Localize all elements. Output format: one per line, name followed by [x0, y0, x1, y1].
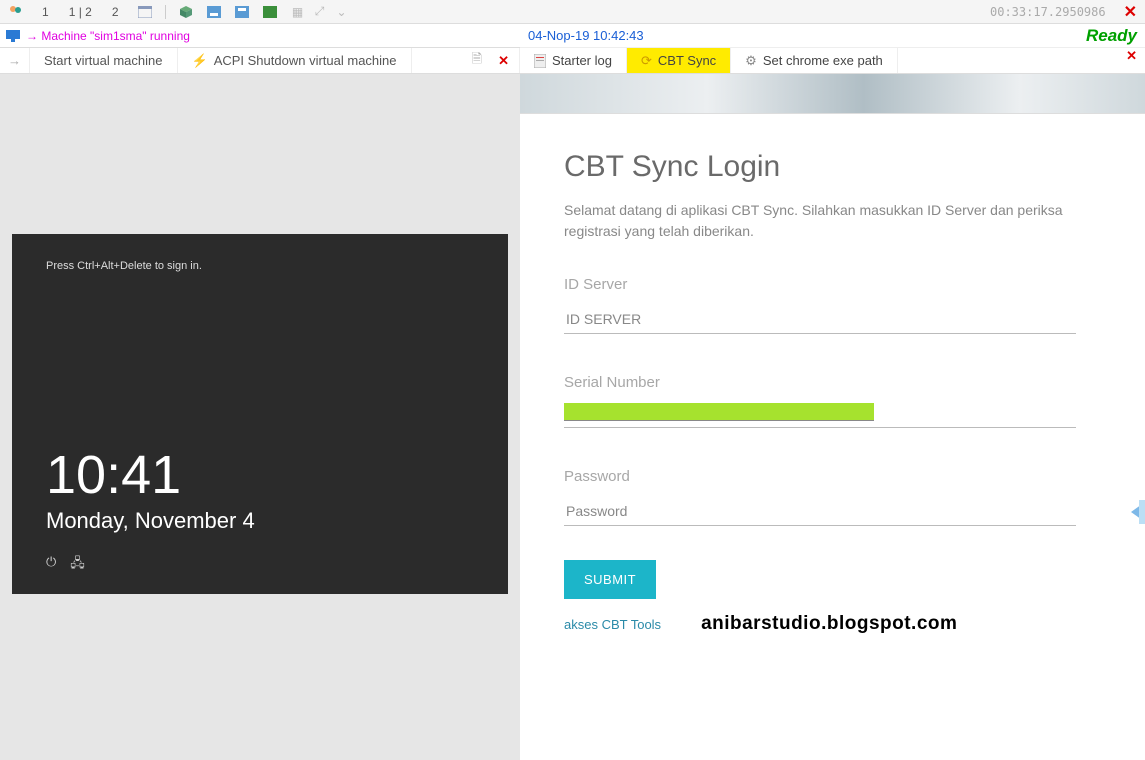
toolbar-num-2[interactable]: 2 [106, 5, 125, 19]
shutdown-vm-tab[interactable]: ⚡ ACPI Shutdown virtual machine [178, 48, 412, 73]
vm-signin-hint: Press Ctrl+Alt+Delete to sign in. [46, 260, 474, 272]
vm-lock-screen[interactable]: Press Ctrl+Alt+Delete to sign in. 10:41 … [12, 234, 508, 594]
tab-starter-log-label: Starter log [552, 53, 612, 68]
password-label: Password [564, 468, 1076, 485]
vm-action-tabs: → Start virtual machine ⚡ ACPI Shutdown … [0, 48, 520, 74]
close-tab-icon[interactable]: ✕ [498, 53, 509, 69]
timecode: 00:33:17.2950986 [990, 5, 1106, 19]
network-icon[interactable]: 🖧 [70, 554, 85, 576]
sync-icon: ⟳ [641, 53, 652, 69]
login-description: Selamat datang di aplikasi CBT Sync. Sil… [564, 200, 1076, 242]
start-vm-label: Start virtual machine [44, 53, 163, 68]
bolt-icon: ⚡ [192, 53, 208, 69]
vm-preview-area: Press Ctrl+Alt+Delete to sign in. 10:41 … [0, 74, 520, 760]
green-icon[interactable] [262, 4, 278, 20]
banner-image [520, 74, 1145, 114]
vm-lock-icons: ⏻ 🖧 [46, 554, 85, 576]
serial-number-label: Serial Number [564, 374, 1076, 391]
cube-icon[interactable] [178, 4, 194, 20]
login-form: CBT Sync Login Selamat datang di aplikas… [520, 114, 1120, 657]
disk-icon[interactable] [206, 4, 222, 20]
right-datetime: 04-Nop-19 10:42:43 [528, 28, 644, 43]
serial-number-field: Serial Number [564, 374, 1076, 428]
right-header: 04-Nop-19 10:42:43 Ready [520, 24, 1145, 48]
ready-status: Ready [1086, 26, 1137, 46]
right-pane: 04-Nop-19 10:42:43 Ready Starter log ⟳ C… [520, 24, 1145, 760]
left-pane: → Machine "sim1sma" running → Start virt… [0, 24, 520, 760]
tab-cbt-sync[interactable]: ⟳ CBT Sync [627, 48, 731, 73]
monitor-icon [6, 30, 20, 42]
watermark-text: anibarstudio.blogspot.com [701, 613, 957, 635]
grid-icon[interactable]: ▦ [290, 4, 306, 20]
vm-time: 10:41 [46, 448, 255, 502]
toolbar-right-icons: ▦ ⤢ ⌄ [290, 4, 350, 20]
log-icon [534, 54, 546, 68]
password-field: Password [564, 468, 1076, 526]
right-tabs: Starter log ⟳ CBT Sync ⚙ Set chrome exe … [520, 48, 1145, 74]
toolbar-separator [165, 5, 166, 19]
password-input[interactable] [564, 497, 1076, 526]
close-icon[interactable]: ✕ [1124, 2, 1137, 22]
vm-date: Monday, November 4 [46, 508, 255, 534]
serial-number-input[interactable] [564, 403, 874, 421]
expand-icon[interactable]: ⤢ [312, 4, 328, 20]
vm-clock: 10:41 Monday, November 4 [46, 448, 255, 534]
disk2-icon[interactable] [234, 4, 250, 20]
vm-status-text: → Machine "sim1sma" running [26, 29, 190, 43]
tab-cbt-sync-label: CBT Sync [658, 53, 716, 68]
top-toolbar: 1 1 | 2 2 ▦ ⤢ ⌄ 00:33:17.2950986 ✕ [0, 0, 1145, 24]
chevron-down-icon[interactable]: ⌄ [334, 4, 350, 20]
submit-button[interactable]: SUBMIT [564, 560, 656, 599]
cbt-tools-link[interactable]: akses CBT Tools [564, 617, 661, 632]
tab-set-chrome-path[interactable]: ⚙ Set chrome exe path [731, 48, 898, 73]
vm-status-bar: → Machine "sim1sma" running [0, 24, 520, 48]
id-server-field: ID Server [564, 276, 1076, 334]
login-footer: akses CBT Tools anibarstudio.blogspot.co… [564, 613, 1076, 635]
toolbar-num-1[interactable]: 1 [36, 5, 55, 19]
tab-arrow-left[interactable]: → [0, 48, 30, 73]
tab-starter-log[interactable]: Starter log [520, 48, 627, 73]
document-icon[interactable]: 🗎 [472, 50, 482, 72]
shutdown-vm-label: ACPI Shutdown virtual machine [214, 53, 397, 68]
side-arrow-icon[interactable] [1131, 502, 1145, 522]
right-tab-close[interactable]: ✕ [1118, 48, 1145, 73]
window-icon[interactable] [137, 4, 153, 20]
login-title: CBT Sync Login [564, 150, 1076, 184]
id-server-input[interactable] [564, 305, 1076, 334]
tab-set-chrome-label: Set chrome exe path [763, 53, 883, 68]
start-vm-tab[interactable]: Start virtual machine [30, 48, 178, 73]
gear-icon: ⚙ [745, 53, 757, 69]
power-icon[interactable]: ⏻ [46, 554, 56, 576]
tab-doc-close: 🗎 ✕ [462, 48, 520, 73]
id-server-label: ID Server [564, 276, 1076, 293]
toolbar-num-split[interactable]: 1 | 2 [63, 5, 98, 19]
users-icon[interactable] [8, 4, 24, 20]
toolbar-numbers: 1 1 | 2 2 [36, 5, 125, 19]
